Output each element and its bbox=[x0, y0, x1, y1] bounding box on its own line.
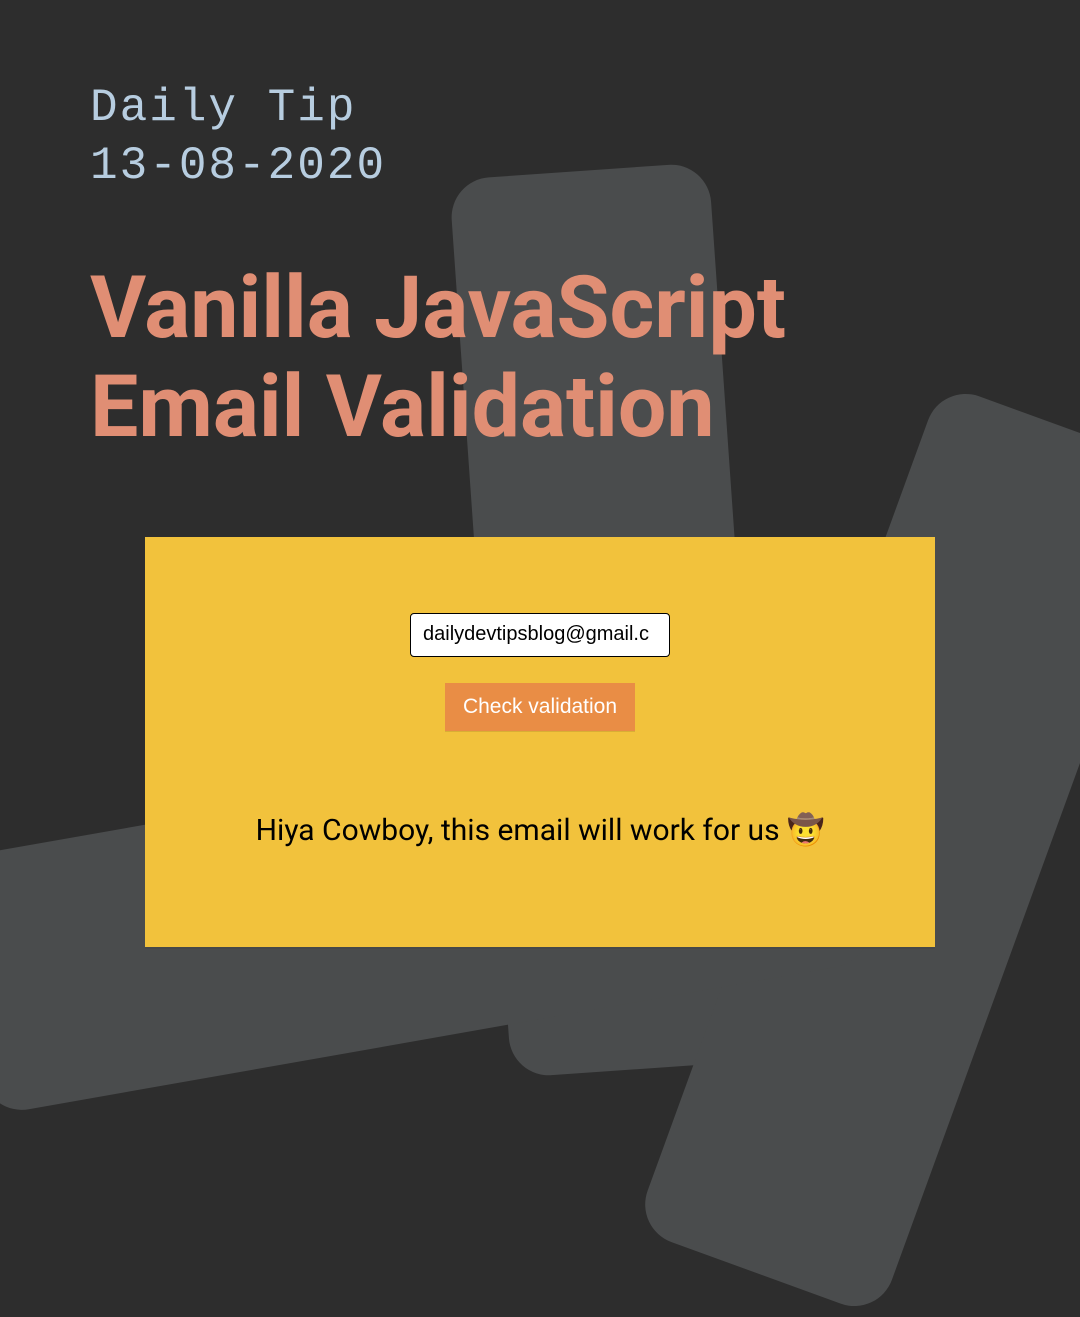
title-line-2: Email Validation bbox=[90, 358, 990, 457]
title-line-1: Vanilla JavaScript bbox=[90, 259, 990, 358]
email-input[interactable] bbox=[410, 613, 670, 657]
demo-card: Check validation Hiya Cowboy, this email… bbox=[145, 537, 935, 947]
eyebrow: Daily Tip 13-08-2020 bbox=[90, 80, 990, 195]
page-title: Vanilla JavaScript Email Validation bbox=[90, 259, 990, 457]
eyebrow-line-1: Daily Tip bbox=[90, 80, 990, 138]
validation-result: Hiya Cowboy, this email will work for us… bbox=[256, 813, 825, 848]
eyebrow-line-2: 13-08-2020 bbox=[90, 138, 990, 196]
check-validation-button[interactable]: Check validation bbox=[445, 683, 635, 731]
